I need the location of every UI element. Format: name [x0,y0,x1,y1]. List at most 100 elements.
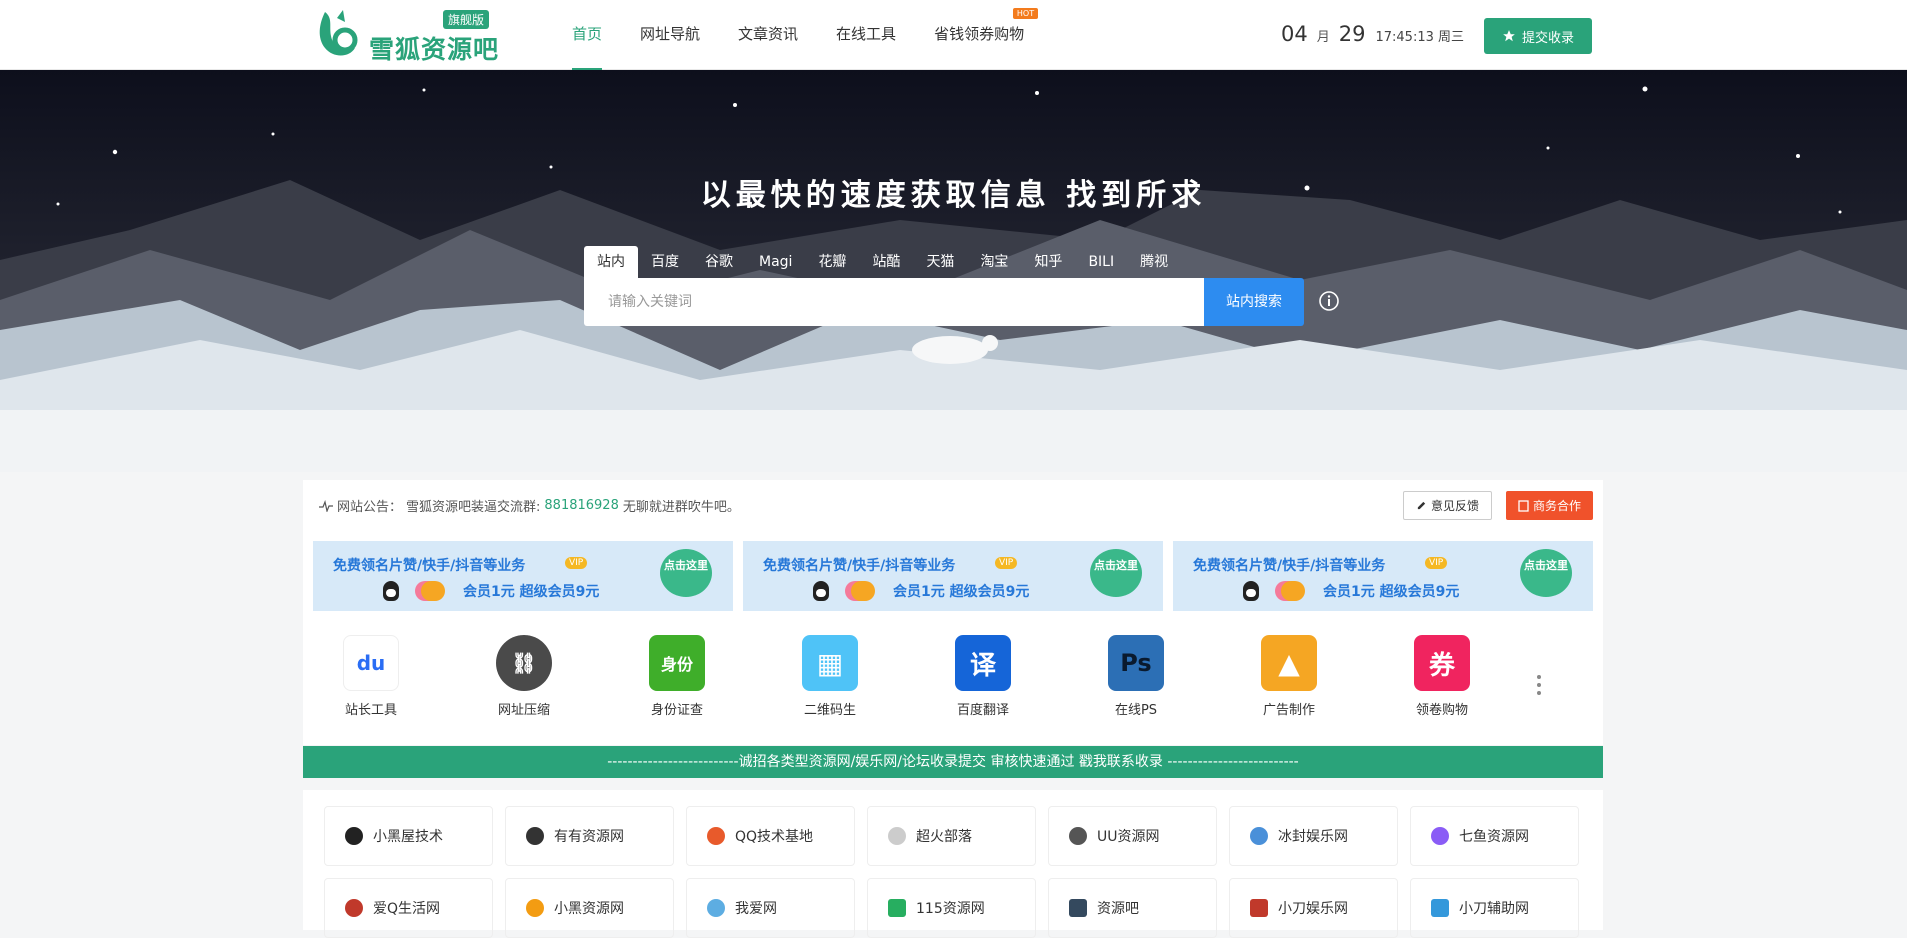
like-hand-icon [421,581,445,601]
info-icon[interactable] [1318,290,1340,312]
ad-banner[interactable]: 免费领名片赞/快手/抖音等业务 VIP 会员1元 超级会员9元 点击这里 [1173,541,1593,611]
site-link[interactable]: 超火部落 [867,806,1036,866]
main-nav: 首页 网址导航 文章资讯 在线工具 省钱领券购物 HOT [572,0,1062,70]
search-tab-google[interactable]: 谷歌 [692,246,746,278]
feedback-button[interactable]: 意见反馈 [1403,491,1492,520]
logo-badge: 旗舰版 [443,10,490,29]
document-icon [1518,499,1529,512]
search-tab-magi[interactable]: Magi [746,246,805,278]
nav-url-navigation[interactable]: 网址导航 [640,0,700,70]
qq-penguin-icon [813,581,829,601]
site-logo[interactable]: 雪狐资源吧 旗舰版 [315,8,498,64]
recruit-banner[interactable]: --------------------------诚招各类型资源网/娱乐网/论… [303,746,1603,778]
site-label: 小刀娱乐网 [1278,901,1348,917]
site-label: 我爱网 [735,901,777,917]
logo-text: 雪狐资源吧 [369,35,500,64]
site-link[interactable]: 115资源网 [867,878,1036,938]
more-vertical-icon[interactable] [1533,673,1545,697]
business-cooperation-button[interactable]: 商务合作 [1506,491,1593,520]
date-display: 04 月 29 17:45:13 周三 [1281,22,1464,46]
search-input[interactable]: 请输入关键词 [584,278,1204,326]
like-hand-icon [1281,581,1305,601]
site-label: 小刀辅助网 [1459,901,1529,917]
notice-group-number[interactable]: 881816928 [544,498,618,513]
nav-articles[interactable]: 文章资讯 [738,0,798,70]
qq-penguin-icon [383,581,399,601]
date-day: 29 [1338,22,1366,46]
tool-qrcode[interactable]: ▦ 二维码生 [780,635,880,718]
site-link[interactable]: 冰封娱乐网 [1229,806,1398,866]
site-link[interactable]: 我爱网 [686,878,855,938]
ad-headline: 免费领名片赞/快手/抖音等业务 [1193,558,1386,574]
search-tab-baidu[interactable]: 百度 [638,246,692,278]
ad-price-line: 会员1元 超级会员9元 [463,584,600,600]
site-link[interactable]: 有有资源网 [505,806,674,866]
notice-text-tail: 无聊就进群吹牛吧。 [622,500,740,515]
search-tab-tmall[interactable]: 天猫 [913,246,967,278]
xiaodao-fuzhu-icon [1431,899,1449,917]
star-icon [1503,30,1515,42]
woai-icon [707,899,725,917]
tool-translate[interactable]: 译 百度翻译 [933,635,1033,718]
ad-click-bubble[interactable]: 点击这里 [1090,549,1142,597]
search-tab-bili[interactable]: BILI [1075,246,1127,278]
site-link[interactable]: UU资源网 [1048,806,1217,866]
tool-label: 在线PS [1114,703,1158,718]
site-link[interactable]: QQ技术基地 [686,806,855,866]
nav-coupons[interactable]: 省钱领券购物 HOT [934,0,1039,70]
tool-online-ps[interactable]: Ps 在线PS [1086,635,1186,718]
tool-coupon-shopping[interactable]: 券 领卷购物 [1392,635,1492,718]
tool-id-check[interactable]: 身份 身份证查 [627,635,727,718]
search-tab-site[interactable]: 站内 [584,246,638,278]
search-button[interactable]: 站内搜索 [1204,278,1304,326]
coupon-icon: 券 [1414,635,1470,691]
site-link[interactable]: 小黑资源网 [505,878,674,938]
search-tab-taobao[interactable]: 淘宝 [967,246,1021,278]
site-link[interactable]: 小刀辅助网 [1410,878,1579,938]
link-icon: ⛓ [496,635,552,691]
site-link[interactable]: 七鱼资源网 [1410,806,1579,866]
site-label: QQ技术基地 [735,829,814,845]
top-header: 雪狐资源吧 旗舰版 首页 网址导航 文章资讯 在线工具 省钱领券购物 HOT 0… [0,0,1907,70]
ziyuanba-icon [1069,899,1087,917]
nav-home[interactable]: 首页 [572,0,603,70]
notice-text: 雪狐资源吧装逼交流群: [406,500,541,515]
id-card-icon: 身份 [649,635,705,691]
site-link[interactable]: 小刀娱乐网 [1229,878,1398,938]
feedback-label: 意见反馈 [1430,499,1479,513]
search-tab-huaban[interactable]: 花瓣 [805,246,859,278]
ad-headline: 免费领名片赞/快手/抖音等业务 [333,558,526,574]
ad-click-bubble[interactable]: 点击这里 [1520,549,1572,597]
tool-label: 领卷购物 [1415,703,1468,718]
site-link[interactable]: 资源吧 [1048,878,1217,938]
tool-label: 百度翻译 [956,703,1009,718]
search-tab-zcool[interactable]: 站酷 [859,246,913,278]
tool-ad-maker[interactable]: ▲ 广告制作 [1239,635,1339,718]
nav-online-tools[interactable]: 在线工具 [836,0,896,70]
photoshop-icon: Ps [1108,635,1164,691]
tool-label: 站长工具 [344,703,397,718]
tool-url-shortener[interactable]: ⛓ 网址压缩 [474,635,574,718]
vip-badge: VIP [565,557,588,569]
submit-site-button[interactable]: 提交收录 [1484,18,1592,54]
clock-time: 17:45:13 周三 [1375,30,1465,45]
image-icon: ▲ [1261,635,1317,691]
ad-click-bubble[interactable]: 点击这里 [660,549,712,597]
search-tab-tengshi[interactable]: 腾视 [1127,246,1181,278]
qq-penguin-icon [1243,581,1259,601]
nav-coupons-label: 省钱领券购物 [934,25,1025,43]
site-label: 小黑资源网 [554,901,624,917]
hero-slogan: 以最快的速度获取信息 找到所求 [700,178,1207,213]
date-month-unit: 月 [1316,30,1330,45]
site-notice: 网站公告： 雪狐资源吧装逼交流群: 881816928 无聊就进群吹牛吧。 [319,496,740,515]
ad-banner[interactable]: 免费领名片赞/快手/抖音等业务 VIP 会员1元 超级会员9元 点击这里 [743,541,1163,611]
tool-webmaster[interactable]: du 站长工具 [321,635,421,718]
fox-logo-icon [319,10,358,56]
site-link[interactable]: 小黑屋技术 [324,806,493,866]
main-panel: 网站公告： 雪狐资源吧装逼交流群: 881816928 无聊就进群吹牛吧。 意见… [303,480,1603,745]
site-label: UU资源网 [1097,829,1160,845]
site-link[interactable]: 爱Q生活网 [324,878,493,938]
ad-banner[interactable]: 免费领名片赞/快手/抖音等业务 VIP 会员1元 超级会员9元 点击这里 [313,541,733,611]
search-tab-zhihu[interactable]: 知乎 [1021,246,1075,278]
site-label: 资源吧 [1097,901,1139,917]
